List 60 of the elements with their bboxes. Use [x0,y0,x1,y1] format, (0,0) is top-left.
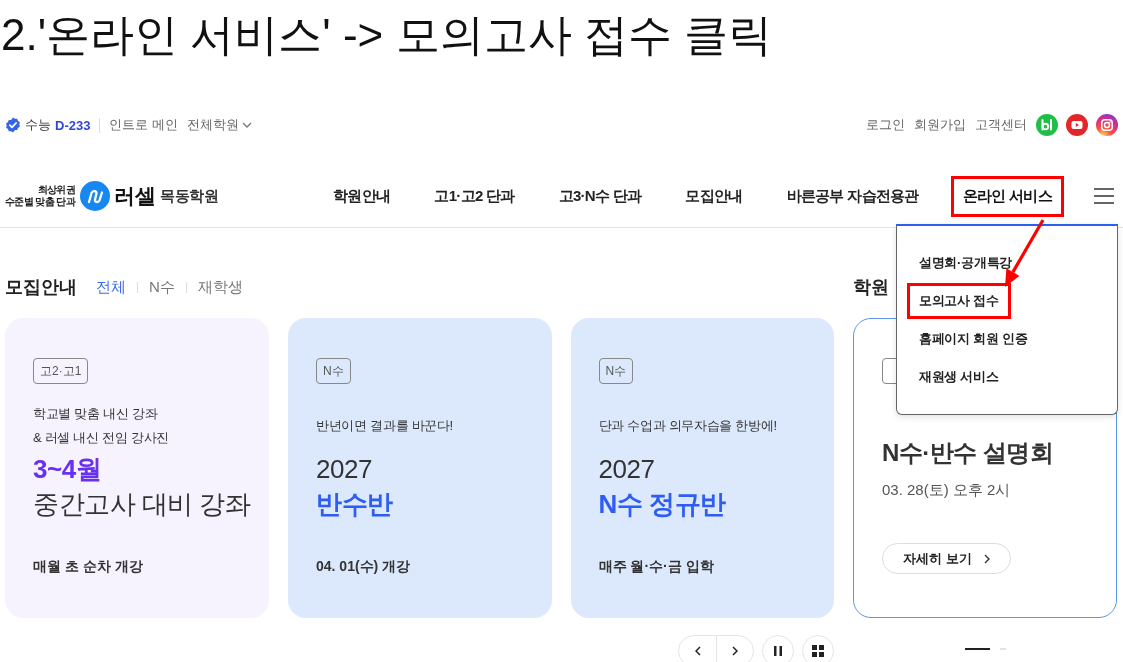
account-link[interactable]: 회원가입 [914,116,966,134]
dday-counter: D-233 [55,117,91,133]
card-title-line: 중간고사 대비 강좌 [33,488,251,521]
nav-link[interactable]: 모집안내 [673,175,755,217]
menu-item[interactable]: 재원생 서비스 [907,359,1011,395]
detail-button[interactable]: 자세히 보기 [882,543,1011,574]
branch-dropdown[interactable]: 전체학원 [187,116,253,134]
filter-tab[interactable]: 전체 [96,277,126,297]
pause-icon [774,646,782,656]
branch-name: 목동학원 [160,186,219,206]
nav-link[interactable]: 고3·N수 단과 [546,175,654,217]
card-description: 단과 수업과 의무자습을 한방에! [598,417,777,435]
chevron-right-icon [732,646,738,656]
menu-item[interactable]: 모의고사 접수 [907,283,1011,319]
exam-label: 수능 [25,116,51,134]
card-title-line: N수 정규반 [598,488,726,521]
page-indicator[interactable] [964,647,990,650]
section-title: 모집안내 [5,276,77,299]
card-description: 반년이면 결과를 바꾼다! [316,417,453,435]
course-card[interactable]: N수 반년이면 결과를 바꾼다! 2027 반수반 04. 01(수) 개강 [288,318,552,618]
nav-link[interactable]: 온라인 서비스 [950,175,1064,217]
brand-name: 러셀 [114,183,156,209]
card-description: 학교별 맞춤 내신 강좌 & 러셀 내신 전임 강사진 [33,405,169,447]
filter-tab[interactable]: 재학생 [197,277,243,297]
event-title: N수·반수 설명회 [882,438,1054,468]
category-tag: N수 [598,358,634,384]
menu-item[interactable]: 홈페이지 회원 인증 [907,321,1040,357]
chevron-left-icon [694,646,701,656]
course-card[interactable]: 고2·고1 학교별 맞춤 내신 강좌 & 러셀 내신 전임 강사진 3~4월 중간고사 대비 강좌 매월 초 순차 개강 [5,318,269,618]
youtube-icon[interactable] [1066,114,1088,136]
logo-icon [80,181,111,211]
verified-badge-icon [5,117,21,133]
nav-link[interactable]: 학원안내 [321,175,403,217]
card-footer-text: 매주 월·수·금 입학 [598,557,714,576]
event-date: 03. 28(토) 오후 2시 [882,480,1011,500]
logo-tagline: 최상위권 수준별 맞춤 단과 [5,184,76,208]
menu-item[interactable]: 설명회·공개특강 [907,245,1024,281]
chevron-down-icon [242,122,253,128]
category-tag: 고2·고1 [33,358,89,384]
card-title-line: 반수반 [316,488,393,521]
card-title-line: 2027 [598,453,656,486]
instagram-icon[interactable] [1096,114,1118,136]
chevron-right-icon [983,553,990,564]
menu-button[interactable] [1094,187,1114,205]
top-link[interactable]: 인트로 메인 [109,116,179,134]
card-footer-text: 매월 초 순차 개강 [33,557,143,576]
category-tag: N수 [316,358,351,384]
grid-icon [812,645,824,657]
section-title: 학원 [853,276,889,299]
card-title-line: 3~4월 [33,453,103,486]
account-link[interactable]: 로그인 [866,116,905,134]
page-caption: 2.'온라인 서비스' -> 모의고사 접수 클릭 [0,9,773,61]
nav-link[interactable]: 바른공부 자습전용관 [774,175,931,217]
card-title-line: 2027 [316,453,373,486]
course-card[interactable]: N수 단과 수업과 의무자습을 한방에! 2027 N수 정규반 매주 월·수·금 입학 [570,318,834,618]
menu-icon [1094,187,1114,205]
nav-link[interactable]: 고1·고2 단과 [422,175,527,217]
card-footer-text: 04. 01(수) 개강 [316,557,411,576]
filter-tab[interactable]: N수 [149,277,175,297]
account-link[interactable]: 고객센터 [975,116,1027,134]
